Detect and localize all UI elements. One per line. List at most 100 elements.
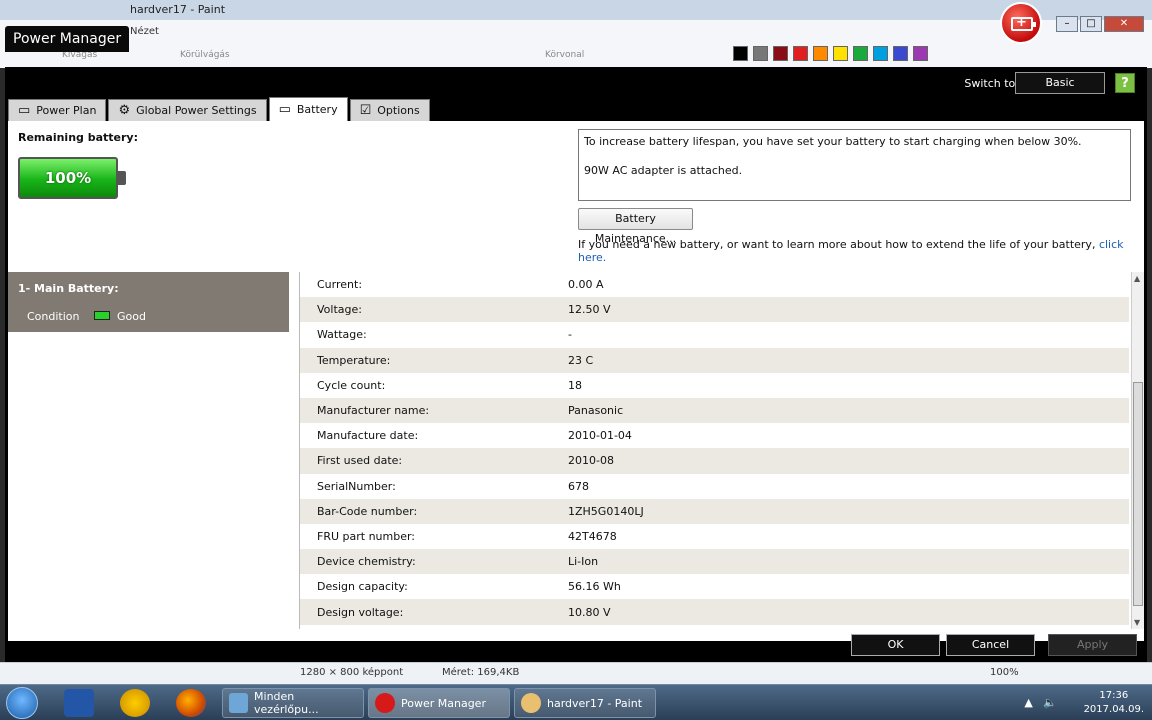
tab-options[interactable]: ☑ Options [349,99,430,121]
detail-key: Manufacturer name: [317,404,430,418]
image-dimensions: 1280 × 800 képpont [300,667,404,678]
ok-button[interactable]: OK [851,634,940,656]
tab-power-plan[interactable]: ▭ Power Plan [8,99,107,121]
color-swatch[interactable] [893,46,908,61]
task-power-manager[interactable]: Power Manager [368,688,510,718]
switch-basic-button[interactable]: Basic [1015,72,1105,94]
color-swatch[interactable] [813,46,828,61]
color-swatch[interactable] [873,46,888,61]
task-control-panel[interactable]: Minden vezérlőpu... [222,688,364,718]
power-manager-badge-icon: + [1000,2,1042,44]
detail-key: First used date: [317,454,403,468]
color-swatch[interactable] [913,46,928,61]
paint-window-title: hardver17 - Paint [130,3,226,16]
tab-battery[interactable]: ▭ Battery [268,97,348,121]
battery-percent: 100% [44,169,92,187]
clock-time: 17:36 [1099,690,1129,701]
detail-value: 23 C [568,353,594,367]
color-swatch[interactable] [733,46,748,61]
color-swatch[interactable] [793,46,808,61]
switch-to-label: Switch to: [964,77,1019,90]
detail-key: Current: [317,278,363,292]
tab-label: Options [377,104,420,117]
battery-tab-content: Remaining battery: 100% To increase batt… [8,121,1144,641]
table-row: Cycle count: 18 [300,373,1129,398]
table-row: Manufacture date: 2010-01-04 [300,423,1129,448]
table-row: Temperature: 23 C [300,347,1129,373]
power-manager-window: Switch to: Basic ? ▭ Power Plan ⚙ Global… [5,67,1147,662]
clock-date: 2017.04.09. [1083,704,1144,715]
paint-tab-view[interactable]: Nézet [130,26,159,37]
condition-value: Good [117,310,146,323]
control-panel-icon [229,693,249,713]
battery-details-table: Current: 0.00 A Voltage: 12.50 V Wattage: -… [299,272,1129,629]
detail-key: Device chemistry: [317,555,416,569]
window-controls: – □ ✕ [1056,16,1144,32]
detail-value: - [568,328,572,342]
detail-value: 2010-08 [568,454,614,468]
detail-key: SerialNumber: [317,479,396,493]
table-row: Voltage: 12.50 V [300,297,1129,323]
close-button[interactable]: ✕ [1104,16,1144,32]
clock[interactable]: 17:36 2017.04.09. [1084,689,1144,717]
zoom-level: 100% [990,667,1019,678]
minimize-button[interactable]: – [1056,16,1078,32]
detail-value: 42T4678 [568,529,617,543]
detail-value: 678 [568,479,589,493]
tab-label: Power Plan [36,104,97,117]
color-swatch[interactable] [833,46,848,61]
details-scrollbar[interactable]: ▲ ▼ [1131,272,1144,629]
task-label: hardver17 - Paint [547,696,643,710]
table-row: First used date: 2010-08 [300,448,1129,474]
scroll-up-icon[interactable]: ▲ [1134,274,1140,283]
battery-help-text: If you need a new battery, or want to le… [578,238,1144,264]
tab-label: Battery [296,103,338,116]
checkbox-icon: ☑ [359,103,372,118]
paint-outline[interactable]: Körvonal [545,50,584,60]
battery-maintenance-button[interactable]: Battery Maintenance... [578,208,693,245]
task-paint[interactable]: hardver17 - Paint [514,688,656,718]
battery-list-panel: 1- Main Battery: Condition Good [8,272,289,629]
maximize-button[interactable]: □ [1080,16,1102,32]
detail-value: 12.50 V [568,303,611,317]
detail-key: FRU part number: [317,529,416,543]
detail-value: Panasonic [568,404,624,418]
firefox-icon[interactable] [176,689,206,717]
paint-title-bar: hardver17 - Paint [0,0,1152,20]
paint-status-bar: 1280 × 800 képpont Méret: 169,4KB 100% [0,662,1152,684]
scroll-down-icon[interactable]: ▼ [1134,618,1140,627]
table-row: Wattage: - [300,322,1129,347]
apply-button[interactable]: Apply [1048,634,1137,656]
remaining-battery-label: Remaining battery: [18,131,138,144]
main-battery-item[interactable]: 1- Main Battery: Condition Good [8,272,289,332]
detail-key: Manufacture date: [317,429,419,443]
color-swatch[interactable] [773,46,788,61]
task-label: Power Manager [401,696,486,710]
condition-label: Condition [27,310,80,323]
task-label: Minden vezérlőpu... [254,690,319,716]
save-icon[interactable] [64,689,94,717]
color-swatch[interactable] [753,46,768,61]
table-row: Device chemistry: Li-Ion [300,549,1129,575]
detail-value: 1ZH5G0140LJ [568,504,644,518]
battery-level-indicator: 100% [18,157,126,199]
scrollbar-thumb[interactable] [1133,382,1143,606]
start-button[interactable] [6,687,38,719]
battery-icon: ▭ [278,102,291,117]
image-size: Méret: 169,4KB [442,667,520,678]
adapter-status-text: 90W AC adapter is attached. [584,164,743,177]
taskbar: Minden vezérlőpu... Power Manager hardve… [0,684,1152,720]
detail-key: Temperature: [317,353,391,367]
paint-resize[interactable]: Körülvágás [180,50,230,60]
tab-global-power-settings[interactable]: ⚙ Global Power Settings [108,99,267,121]
battery-condition-icon [94,311,110,320]
help-icon[interactable]: ? [1115,73,1135,93]
color-swatch[interactable] [853,46,868,61]
cancel-button[interactable]: Cancel [946,634,1035,656]
warning-app-icon[interactable] [120,689,150,717]
detail-value: 18 [568,378,582,392]
detail-value: 2010-01-04 [568,429,632,443]
system-tray-icons[interactable]: ▲ 🔈 [1024,696,1057,709]
charge-threshold-text: To increase battery lifespan, you have s… [584,135,1082,148]
detail-value: 0.00 A [568,278,604,292]
